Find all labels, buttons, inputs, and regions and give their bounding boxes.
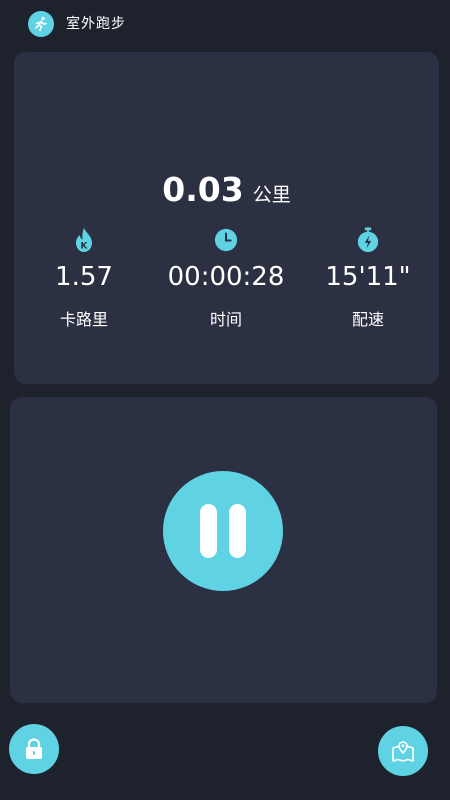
calories-label: 卡路里 [59,310,108,329]
distance-unit: 公里 [252,184,291,206]
svg-text:K: K [81,242,89,252]
map-location-icon [392,741,414,762]
time-label: 时间 [209,310,242,329]
pause-button[interactable] [163,471,283,591]
stats-card: 0.03 公里 K 1.57 卡路里 00:00:28 时间 15'11" 配速 [14,52,439,384]
stopwatch-bolt-icon [356,227,380,252]
header: 室外跑步 [0,0,450,46]
pace-label: 配速 [351,310,384,329]
metric-calories: K 1.57 卡路里 [14,228,154,330]
lock-button[interactable] [9,724,59,774]
metric-pace: 15'11" 配速 [298,227,438,330]
pace-value: 15'11" [325,262,411,292]
distance-display: 0.03 公里 [14,170,439,209]
map-button[interactable] [378,726,428,776]
metric-time: 00:00:28 时间 [156,228,296,330]
clock-icon [214,228,238,252]
page-title: 室外跑步 [66,16,126,32]
time-value: 00:00:28 [167,262,285,292]
pause-icon-bar [229,504,246,558]
distance-value: 0.03 [162,170,244,209]
pause-icon [200,504,217,558]
lock-icon [26,738,42,759]
fire-k-icon: K [72,228,96,252]
runner-icon [28,11,54,37]
calories-value: 1.57 [55,262,113,292]
